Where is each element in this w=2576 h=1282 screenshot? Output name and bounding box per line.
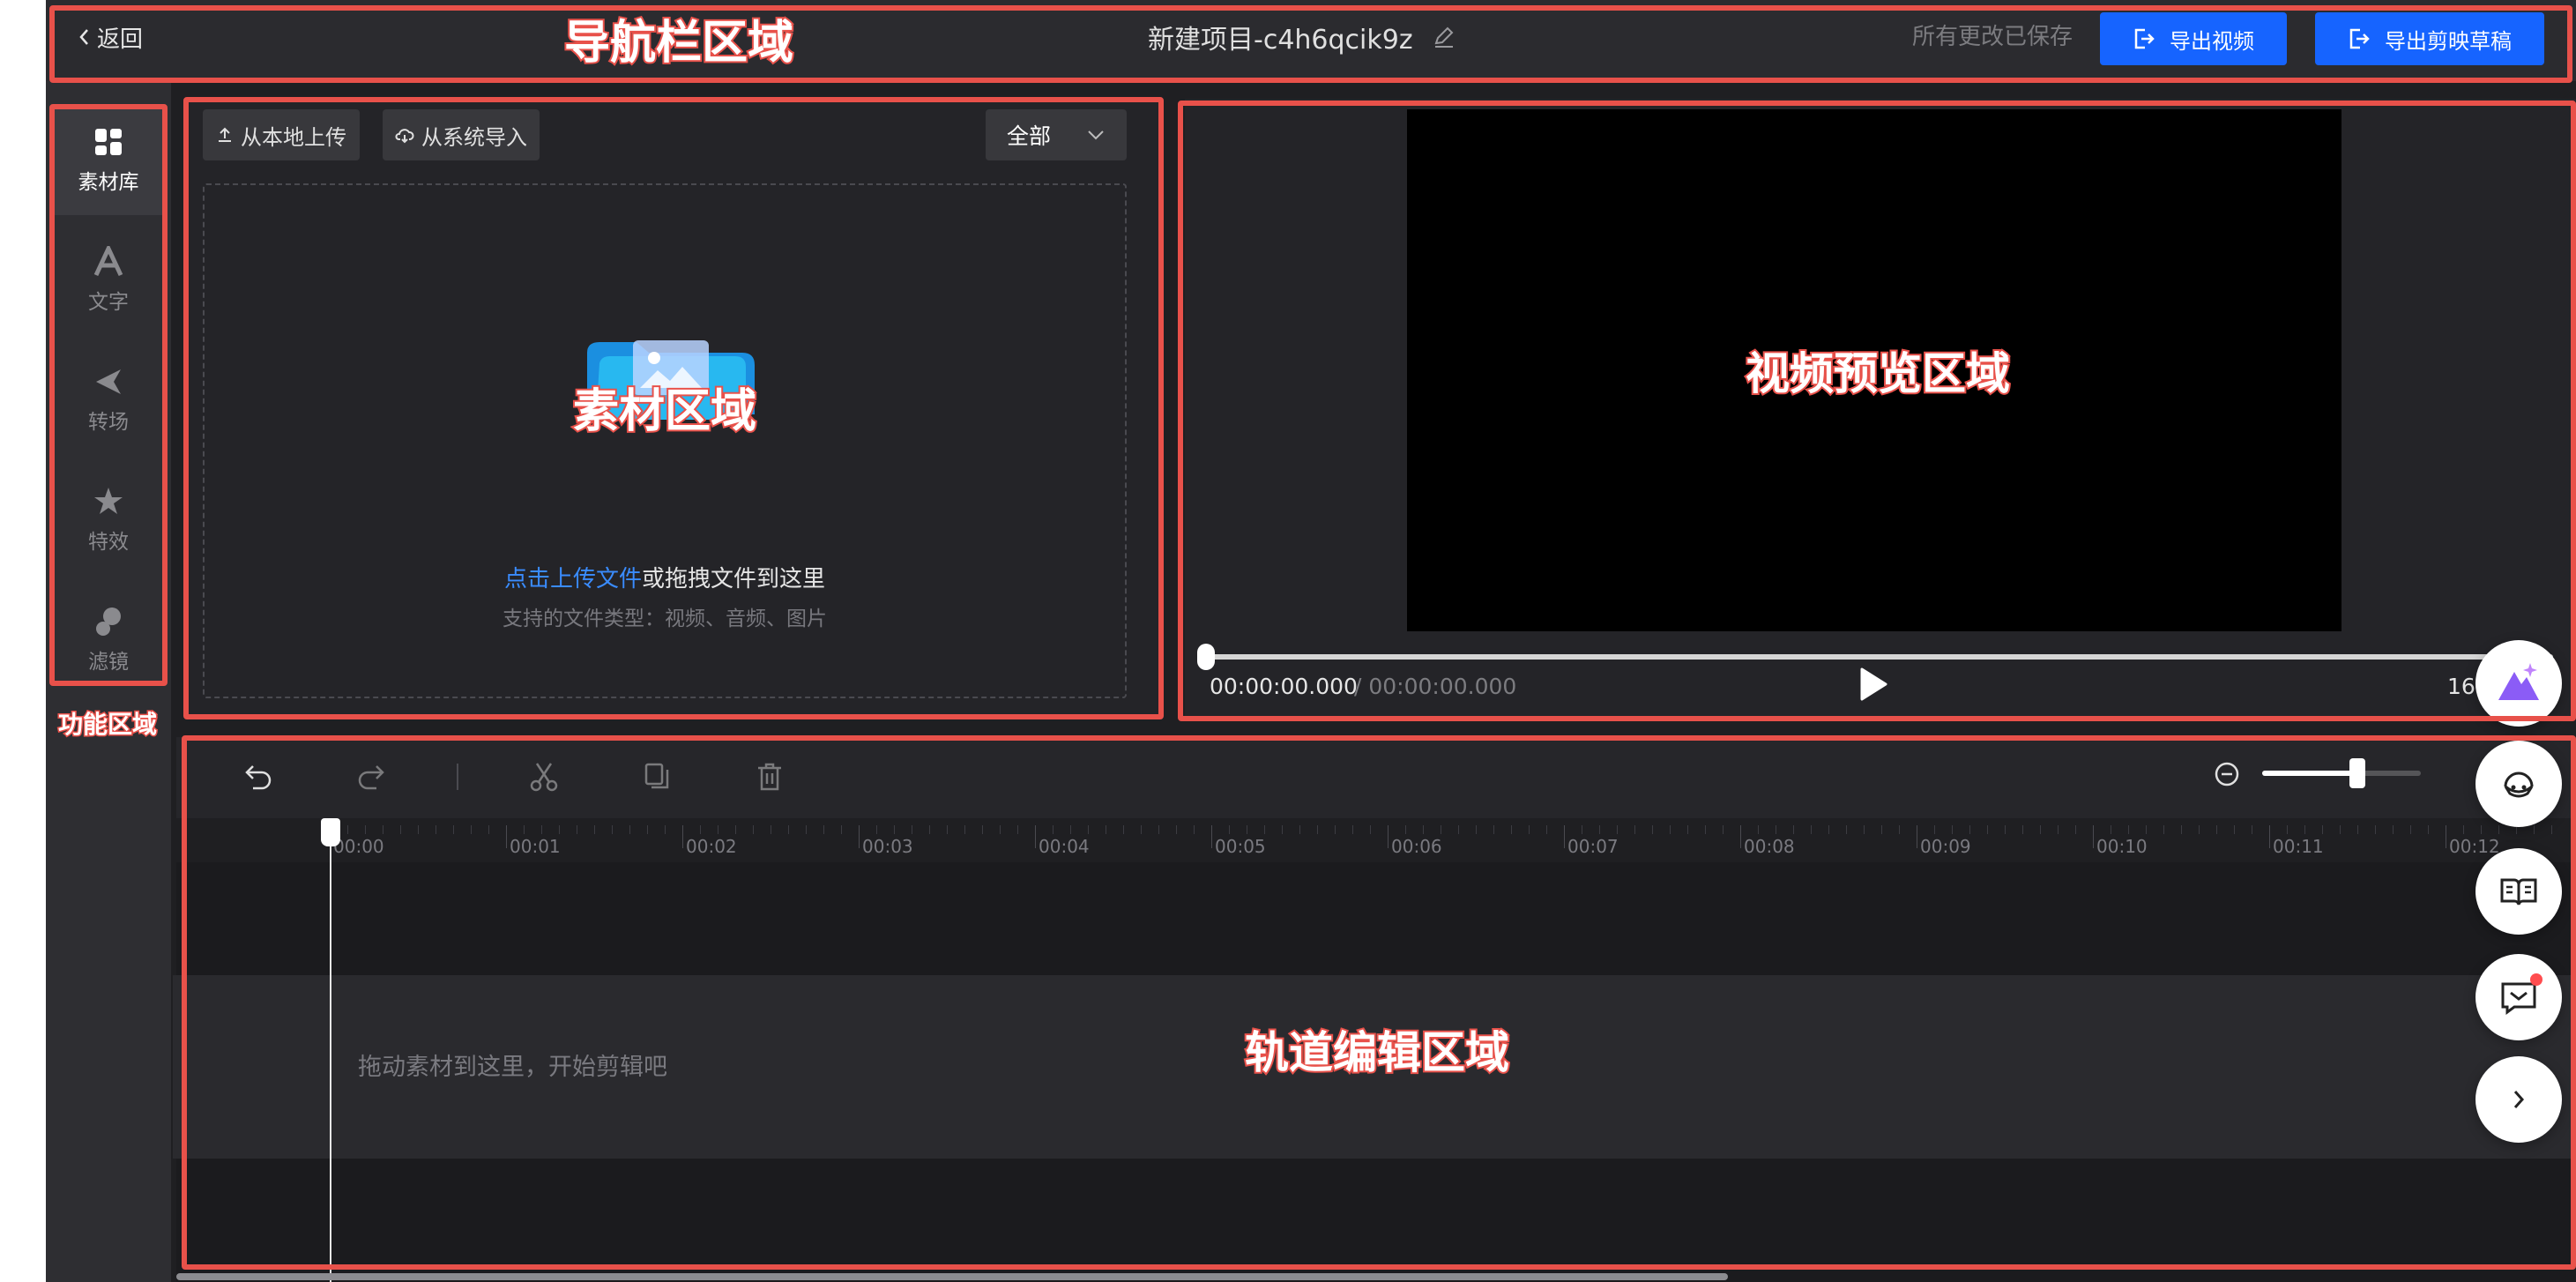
annotation-box-function — [49, 104, 168, 686]
annotation-box-preview — [1178, 101, 2576, 721]
annotation-box-track — [182, 735, 2576, 1270]
app-root: 返回 新建项目-c4h6qcik9z 所有更改已保存 导出视频 导出剪映草稿 素… — [0, 0, 2576, 1282]
horizontal-scrollbar[interactable] — [176, 1273, 1728, 1280]
annotation-label-function: 功能区域 — [56, 709, 158, 741]
annotation-box-nav — [49, 5, 2572, 83]
annotation-label-material: 素材区域 — [571, 384, 758, 440]
annotation-label-track: 轨道编辑区域 — [1243, 1025, 1511, 1080]
annotation-label-nav: 导航栏区域 — [562, 15, 795, 71]
annotation-label-preview: 视频预览区域 — [1744, 347, 2012, 401]
